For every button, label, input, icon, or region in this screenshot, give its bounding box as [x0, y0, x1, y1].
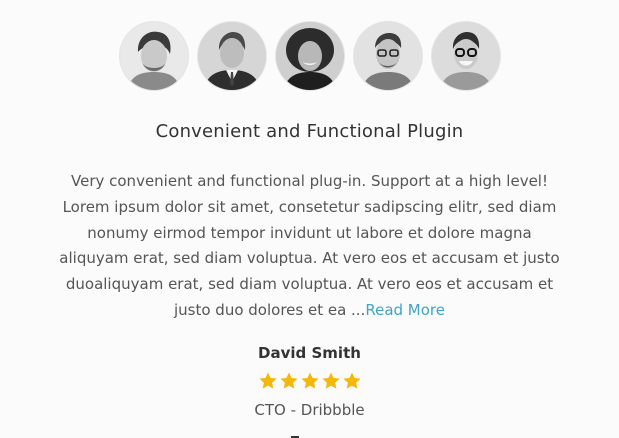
person-photo-icon — [197, 22, 266, 90]
star-icon — [300, 372, 319, 389]
person-photo-icon — [431, 22, 500, 90]
testimonial-title: Convenient and Functional Plugin — [155, 121, 464, 142]
avatar-2[interactable] — [197, 22, 266, 90]
author-name: David Smith — [258, 344, 361, 362]
star-icon — [342, 372, 361, 389]
person-photo-icon — [275, 22, 344, 90]
star-rating — [0, 371, 619, 391]
read-more-link[interactable]: Read More — [365, 301, 445, 319]
person-photo-icon — [353, 22, 422, 90]
person-photo-icon — [119, 22, 188, 90]
author-role: CTO - Dribbble — [254, 401, 365, 419]
testimonial-quote: Very convenient and functional plug-in. … — [55, 169, 564, 324]
avatar-carousel — [0, 22, 619, 90]
star-icon — [279, 372, 298, 389]
testimonial-quote-text: Very convenient and functional plug-in. … — [59, 172, 560, 319]
avatar-4[interactable] — [353, 22, 422, 90]
avatar-1[interactable] — [119, 22, 188, 90]
star-icon — [258, 372, 277, 389]
star-icon — [321, 372, 340, 389]
avatar-5[interactable] — [431, 22, 500, 90]
avatar-3[interactable] — [275, 22, 344, 90]
